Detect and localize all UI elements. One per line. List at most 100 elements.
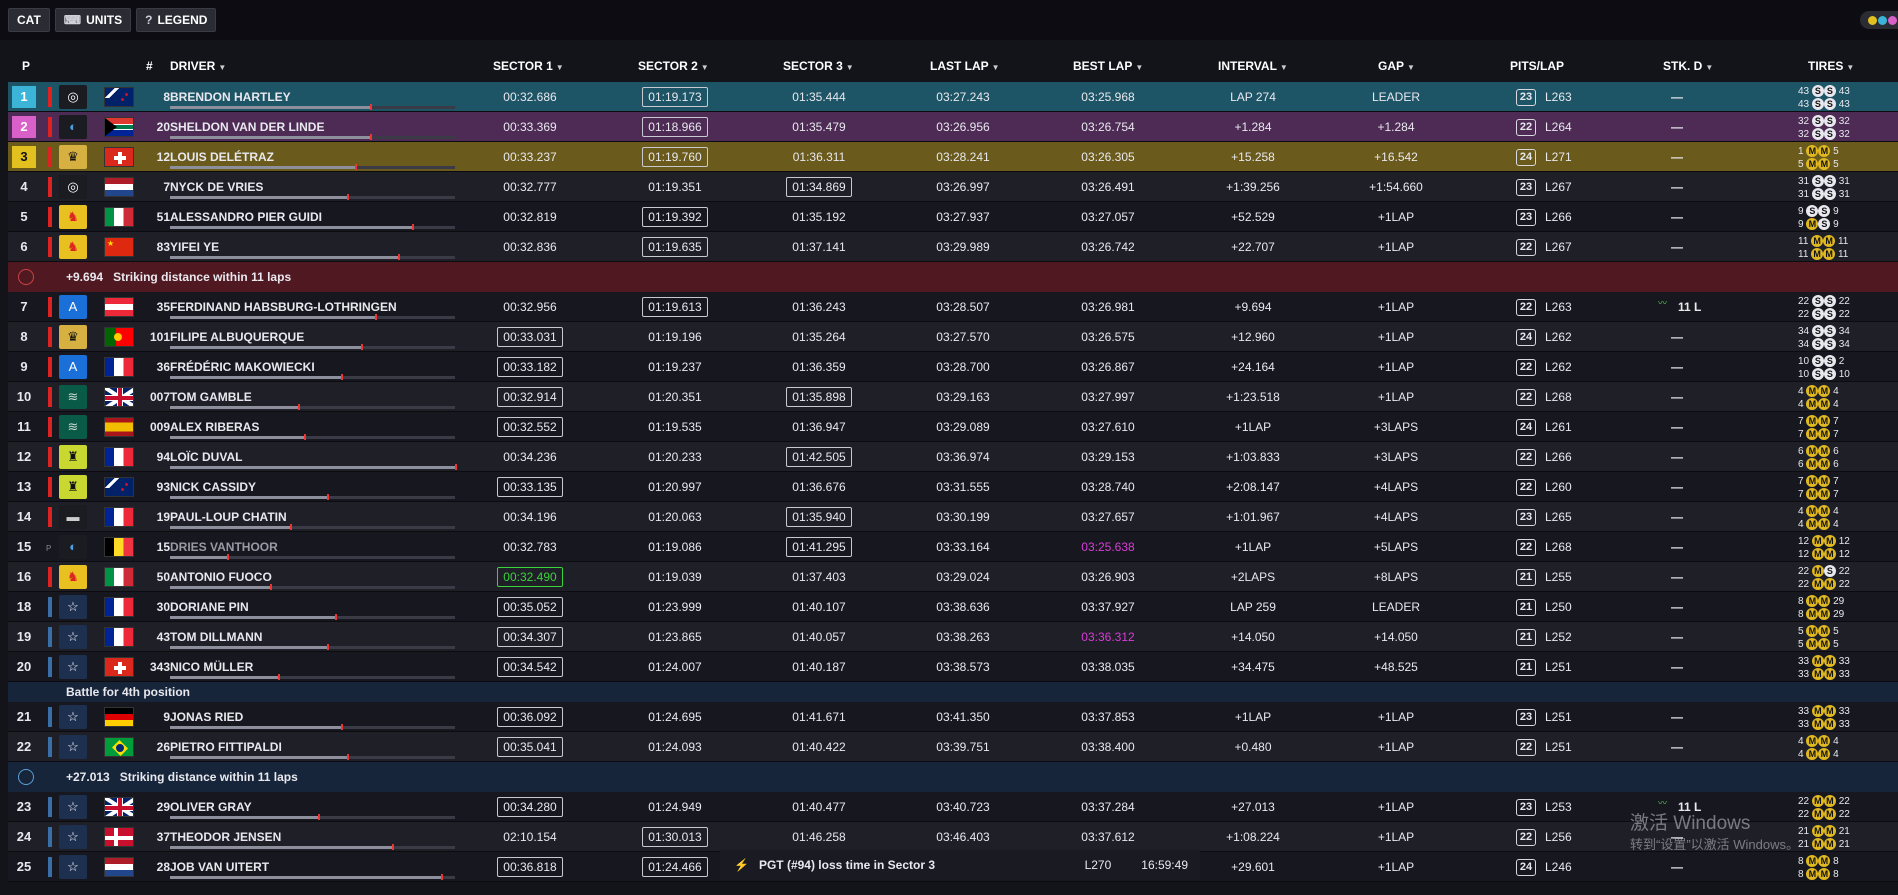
pit-count: 22 — [1516, 539, 1536, 556]
last-lap: 03:30.199 — [936, 510, 990, 524]
header-tires[interactable]: TIRES ▼ — [1808, 59, 1854, 73]
sector1-value: 00:35.052 — [497, 597, 563, 617]
pit-lap: L268 — [1545, 390, 1572, 404]
tire-row-rear: 7 MM 7 — [1798, 488, 1898, 501]
gap: +1.284 — [1377, 120, 1415, 134]
tire-laps: 8 — [1798, 856, 1804, 867]
header-interval[interactable]: INTERVAL ▼ — [1218, 59, 1288, 73]
interval: +2LAPS — [1230, 570, 1276, 584]
table-row[interactable]: 10 ≋ 007 TOM GAMBLE 00:32.914 01:20.351 01:35.… — [8, 382, 1898, 412]
header-best[interactable]: BEST LAP ▼ — [1073, 59, 1143, 73]
gap: +1LAP — [1377, 740, 1415, 754]
soft-tire-icon: S — [1811, 368, 1824, 380]
table-row[interactable]: 14 ▬ 19 PAUL-LOUP CHATIN 00:34.196 01:20.063 0… — [8, 502, 1898, 532]
pit-count: 22 — [1516, 359, 1536, 376]
pit-lap: L262 — [1545, 360, 1572, 374]
table-row[interactable]: 24 ☆ 37 THEODOR JENSEN 02:10.154 01:30.013 01:… — [8, 822, 1898, 852]
tire-row-rear: 10 SS 10 — [1798, 368, 1898, 381]
table-row[interactable]: 8 ♛ 101 FILIPE ALBUQUERQUE 00:33.031 01:19.19… — [8, 322, 1898, 352]
header-stk[interactable]: STK. D ▼ — [1663, 59, 1713, 73]
table-row[interactable]: 3 ♛ 12 LOUIS DELÉTRAZ 00:33.237 01:19.760 01:3… — [8, 142, 1898, 172]
table-row[interactable]: 12 ♜ 94 LOÏC DUVAL 00:34.236 01:20.233 01:42.5… — [8, 442, 1898, 472]
tire-laps: 34 — [1798, 339, 1810, 350]
pit-count: 22 — [1516, 739, 1536, 756]
units-button[interactable]: ⌨ UNITS — [54, 8, 132, 32]
flag-it-icon — [104, 567, 134, 587]
pink-dot-icon — [1888, 15, 1897, 25]
sector1-time: 00:32.490 — [490, 562, 570, 592]
sector3-time: 01:41.671 — [779, 702, 859, 732]
pit-count: 22 — [1516, 299, 1536, 316]
sector-progress-bar — [170, 224, 455, 230]
legend-button[interactable]: ? LEGEND — [136, 8, 217, 32]
header-driver[interactable]: DRIVER ▼ — [170, 59, 226, 73]
striking-distance-banner-2[interactable]: +27.013 Striking distance within 11 laps… — [8, 762, 1898, 792]
tire-laps: 22 — [1838, 809, 1850, 820]
battle-banner[interactable]: Battle for 4th position⌇ — [8, 682, 1898, 702]
medium-tire-icon: M — [1811, 718, 1824, 730]
sector1-value: 00:34.280 — [497, 797, 563, 817]
table-row[interactable]: 13 ♜ 93 NICK CASSIDY 00:33.135 01:20.997 01:36… — [8, 472, 1898, 502]
cat-button[interactable]: CAT — [8, 8, 50, 32]
table-row[interactable]: 19 ☆ 43 TOM DILLMANN 00:34.307 01:23.865 01:40… — [8, 622, 1898, 652]
header-s3[interactable]: SECTOR 3 ▼ — [783, 59, 854, 73]
car-number: 007 — [149, 390, 170, 404]
table-row[interactable]: 11 ≋ 009 ALEX RIBERAS 00:32.552 01:19.535 01:3… — [8, 412, 1898, 442]
header-num[interactable]: # — [146, 59, 153, 73]
header-last[interactable]: LAST LAP ▼ — [930, 59, 1000, 73]
pit-lap: L261 — [1545, 420, 1572, 434]
sort-caret-icon: ▼ — [1279, 63, 1288, 72]
table-row[interactable]: 4 ◎ 7 NYCK DE VRIES 00:32.777 01:19.351 01:34.… — [8, 172, 1898, 202]
sort-caret-icon: ▼ — [991, 63, 1000, 72]
sector1-time: 00:32.783 — [490, 532, 570, 562]
table-row[interactable]: 23 ☆ 29 OLIVER GRAY 00:34.280 01:24.949 01:40.… — [8, 792, 1898, 822]
last-lap: 03:31.555 — [936, 480, 990, 494]
sector-progress-bar — [170, 554, 455, 560]
sector1-value: 00:32.686 — [503, 90, 557, 104]
tire-laps: 21 — [1798, 826, 1810, 837]
best-lap: 03:37.284 — [1081, 800, 1135, 814]
table-row[interactable]: 7 A 35 FERDINAND HABSBURG-LOTHRINGEN 00:32.9… — [8, 292, 1898, 322]
peugeot-logo-icon: ♜ — [59, 445, 87, 469]
striking-distance-banner[interactable]: +9.694 Striking distance within 11 laps⌇ — [8, 262, 1898, 292]
header-pits[interactable]: PITS/LAP — [1510, 59, 1564, 73]
table-row[interactable]: 5 ♞ 51 ALESSANDRO PIER GUIDI 00:32.819 01:19.… — [8, 202, 1898, 232]
sector-progress-bar — [170, 674, 455, 680]
best-lap: 03:26.903 — [1081, 570, 1135, 584]
table-row[interactable]: 20 ☆ 343 NICO MÜLLER 00:34.542 01:24.007 01:40… — [8, 652, 1898, 682]
header-s2[interactable]: SECTOR 2 ▼ — [638, 59, 709, 73]
banner-label: Striking distance within 11 laps — [119, 770, 298, 784]
table-row[interactable]: 1 ◎ 8 BRENDON HARTLEY 00:32.686 01:19.173 01:3… — [8, 82, 1898, 112]
table-row[interactable]: 6 ♞ ★ 83 YIFEI YE 00:32.836 01:19.635 01:37.141… — [8, 232, 1898, 262]
gap: +4LAPS — [1373, 480, 1419, 494]
color-toggle[interactable] — [1860, 11, 1898, 29]
sector2-value: 01:19.039 — [648, 570, 702, 584]
class-stripe — [48, 117, 52, 137]
table-row[interactable]: 15 P ◐ 15 DRIES VANTHOOR 00:32.783 01:19.086 01… — [8, 532, 1898, 562]
tire-laps: 4 — [1798, 736, 1804, 747]
stint-delta: — — [1671, 510, 1683, 524]
tire-info: 8 MM 29 8 MM 29 — [1798, 595, 1898, 621]
tire-row-rear: 8 MM 8 — [1798, 868, 1898, 881]
pit-count: 21 — [1516, 569, 1536, 586]
header-gap[interactable]: GAP ▼ — [1378, 59, 1415, 73]
event-toast[interactable]: ⚡ PGT (#94) loss time in Sector 3 L270 1… — [720, 850, 1200, 880]
class-stripe — [48, 207, 52, 227]
tire-laps: 4 — [1833, 399, 1839, 410]
header-s1[interactable]: SECTOR 1 ▼ — [493, 59, 564, 73]
tire-laps: 8 — [1833, 856, 1839, 867]
sector-progress-bar — [170, 434, 455, 440]
table-row[interactable]: 9 A 36 FRÉDÉRIC MAKOWIECKI 00:33.182 01:19.23… — [8, 352, 1898, 382]
table-row[interactable]: 18 ☆ 30 DORIANE PIN 00:35.052 01:23.999 01:40.… — [8, 592, 1898, 622]
interval: LAP 274 — [1230, 90, 1276, 104]
sector-progress-bar — [170, 194, 455, 200]
table-row[interactable]: 22 ☆ 26 PIETRO FITTIPALDI 00:35.041 01:24.093… — [8, 732, 1898, 762]
header-p[interactable]: P — [22, 59, 30, 73]
tire-laps: 33 — [1798, 656, 1810, 667]
interval: LAP 259 — [1230, 600, 1276, 614]
tire-row-rear: 4 MM 4 — [1798, 748, 1898, 761]
table-row[interactable]: 21 ☆ 9 JONAS RIED 00:36.092 01:24.695 01:41.67… — [8, 702, 1898, 732]
table-row[interactable]: 2 ◐ 20 SHELDON VAN DER LINDE 00:33.369 01:18.… — [8, 112, 1898, 142]
sector3-time: 01:41.295 — [779, 532, 859, 562]
table-row[interactable]: 16 ♞ 50 ANTONIO FUOCO 00:32.490 01:19.039 01:3… — [8, 562, 1898, 592]
